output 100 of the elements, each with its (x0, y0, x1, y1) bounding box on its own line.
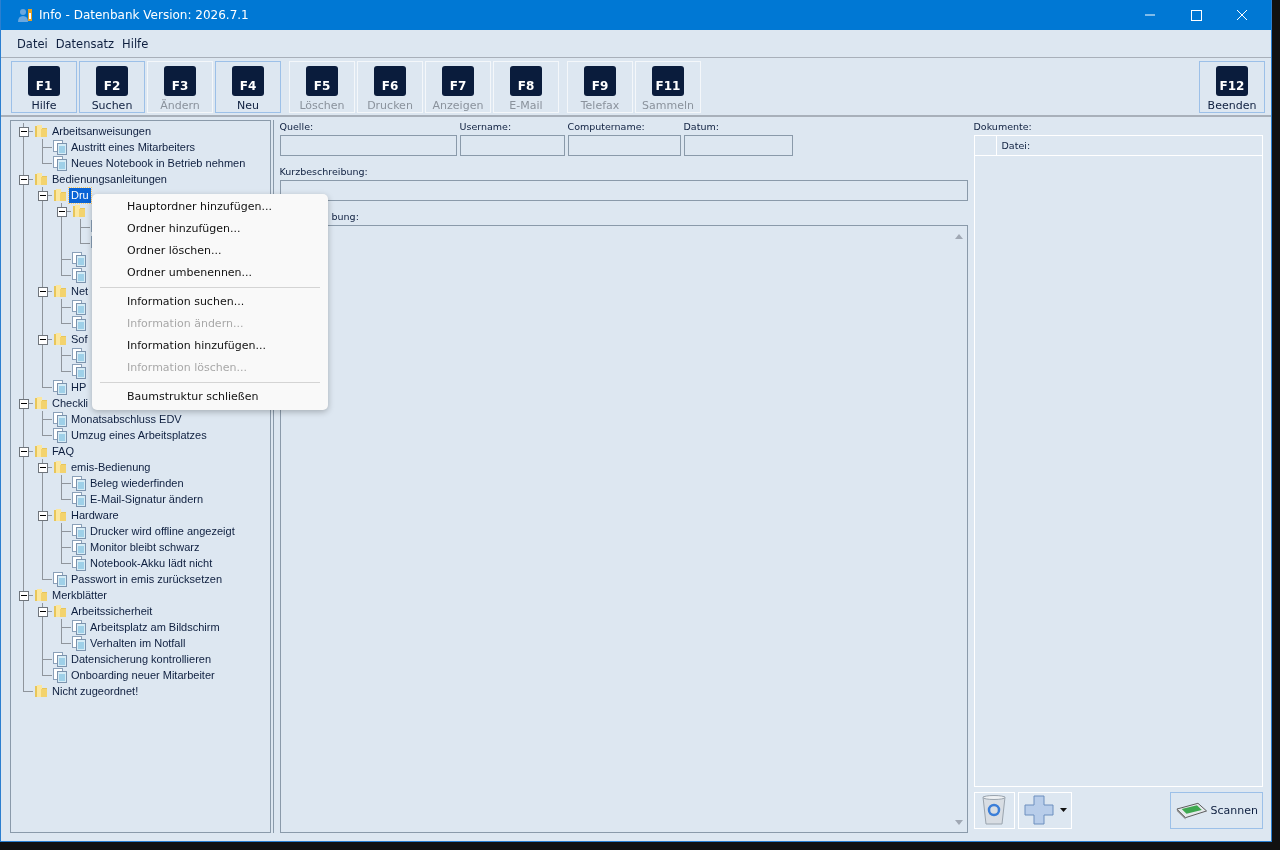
column-header[interactable]: Datei: (996, 140, 1031, 151)
tree-item[interactable]: HP (69, 379, 89, 395)
field-label: Username: (459, 120, 513, 134)
input-field[interactable] (279, 180, 968, 201)
menu-item[interactable]: Information hinzufügen... (92, 335, 328, 357)
field-label: bung: (330, 210, 360, 224)
input-field[interactable] (279, 135, 457, 156)
trash-button[interactable] (973, 791, 1015, 829)
menu-item[interactable]: Hauptordner hinzufügen... (92, 196, 328, 218)
collapse-icon[interactable] (38, 511, 48, 521)
collapse-icon[interactable] (38, 191, 48, 201)
tree-item[interactable]: Dru (69, 187, 91, 203)
document-icon (52, 427, 68, 443)
function-key-button[interactable]: F2 Suchen (79, 60, 145, 113)
function-key-button[interactable]: F12 Beenden (1199, 60, 1265, 113)
field-label: Datum: (683, 120, 720, 134)
document-icon (52, 667, 68, 683)
menu-item[interactable]: Ordner hinzufügen... (92, 218, 328, 240)
tree-item[interactable]: Arbeitsplatz am Bildschirm (88, 619, 222, 635)
document-icon (52, 571, 68, 587)
menu-item[interactable]: Datensatz (55, 36, 115, 51)
folder-icon (52, 459, 68, 475)
field-label: Quelle: (279, 120, 315, 134)
document-icon (52, 155, 68, 171)
menu-item[interactable]: Ordner umbenennen... (92, 262, 328, 284)
tree-item[interactable]: E-Mail-Signatur ändern (88, 491, 206, 507)
folder-icon (52, 331, 68, 347)
menu-item[interactable]: Information suchen... (92, 291, 328, 313)
document-icon (71, 315, 87, 331)
collapse-icon[interactable] (19, 127, 29, 137)
caret-icon (1059, 808, 1067, 812)
tree-item[interactable]: Net (69, 283, 91, 299)
tree-item[interactable]: Arbeitsanweisungen (50, 123, 154, 139)
document-icon (52, 139, 68, 155)
tree-item[interactable]: Beleg wiederfinden (88, 475, 186, 491)
document-icon (52, 651, 68, 667)
folder-icon (33, 123, 49, 139)
tree-item[interactable]: Austritt eines Mitarbeiters (69, 139, 198, 155)
tree-item[interactable]: Bedienungsanleitungen (50, 171, 169, 187)
tree-item[interactable]: Arbeitssicherheit (69, 603, 155, 619)
function-key-button[interactable]: F1 Hilfe (11, 60, 77, 113)
tree-item[interactable]: Datensicherung kontrollieren (69, 651, 214, 667)
function-key-button[interactable]: F4 Neu (215, 60, 281, 113)
collapse-icon[interactable] (19, 399, 29, 409)
folder-icon (33, 587, 49, 603)
collapse-icon[interactable] (38, 607, 48, 617)
tree-item[interactable]: Nicht zugeordnet! (50, 683, 141, 699)
tree-item[interactable]: Umzug eines Arbeitsplatzes (69, 427, 209, 443)
field-label: Computername: (567, 120, 646, 134)
collapse-icon[interactable] (19, 175, 29, 185)
tree-item[interactable]: Onboarding neuer Mitarbeiter (69, 667, 217, 683)
collapse-icon[interactable] (38, 287, 48, 297)
collapse-icon[interactable] (19, 591, 29, 601)
tree-item[interactable]: Notebook-Akku lädt nicht (88, 555, 215, 571)
collapse-icon[interactable] (57, 207, 67, 217)
input-field[interactable] (683, 135, 793, 156)
tree-item[interactable]: Neues Notebook in Betrieb nehmen (69, 155, 248, 171)
input-field[interactable] (567, 135, 681, 156)
folder-icon (52, 187, 68, 203)
tree-item[interactable]: Checkli (50, 395, 91, 411)
collapse-icon[interactable] (19, 447, 29, 457)
tree-item[interactable]: emis-Bedienung (69, 459, 153, 475)
document-icon (71, 539, 87, 555)
document-icon (52, 379, 68, 395)
document-icon (71, 523, 87, 539)
tree-item[interactable]: Verhalten im Notfall (88, 635, 188, 651)
menu-item[interactable]: Ordner löschen... (92, 240, 328, 262)
scan-button[interactable]: Scannen (1170, 791, 1263, 829)
tree-item[interactable]: Monitor bleibt schwarz (88, 539, 202, 555)
plus-icon (1022, 794, 1055, 826)
menu-item[interactable]: Datei (17, 36, 48, 51)
collapse-icon[interactable] (38, 335, 48, 345)
field-label: Kurzbeschreibung: (279, 165, 369, 179)
tree-item[interactable]: Passwort in emis zurücksetzen (69, 571, 224, 587)
folder-icon (71, 203, 87, 219)
documents-label: Dokumente: (973, 120, 1033, 134)
document-icon (71, 491, 87, 507)
document-icon (71, 363, 87, 379)
folder-icon (33, 171, 49, 187)
folder-icon (33, 443, 49, 459)
tree-item[interactable]: Merkblätter (50, 587, 110, 603)
folder-icon (33, 683, 49, 699)
trash-icon (981, 794, 1008, 826)
menu-item[interactable]: Baumstruktur schließen (92, 386, 328, 408)
tree-item[interactable]: Drucker wird offline angezeigt (88, 523, 237, 539)
document-icon (71, 475, 87, 491)
tree-item[interactable]: Sof (69, 331, 90, 347)
input-field[interactable] (459, 135, 565, 156)
document-icon (71, 267, 87, 283)
menu-item[interactable]: Hilfe (122, 36, 149, 51)
folder-icon (52, 603, 68, 619)
document-icon (52, 411, 68, 427)
tree-item[interactable]: Monatsabschluss EDV (69, 411, 184, 427)
document-icon (71, 299, 87, 315)
document-icon (71, 635, 87, 651)
tree-item[interactable]: Hardware (69, 507, 121, 523)
tree-item[interactable]: FAQ (50, 443, 76, 459)
folder-icon (52, 507, 68, 523)
collapse-icon[interactable] (38, 463, 48, 473)
folder-icon (52, 283, 68, 299)
